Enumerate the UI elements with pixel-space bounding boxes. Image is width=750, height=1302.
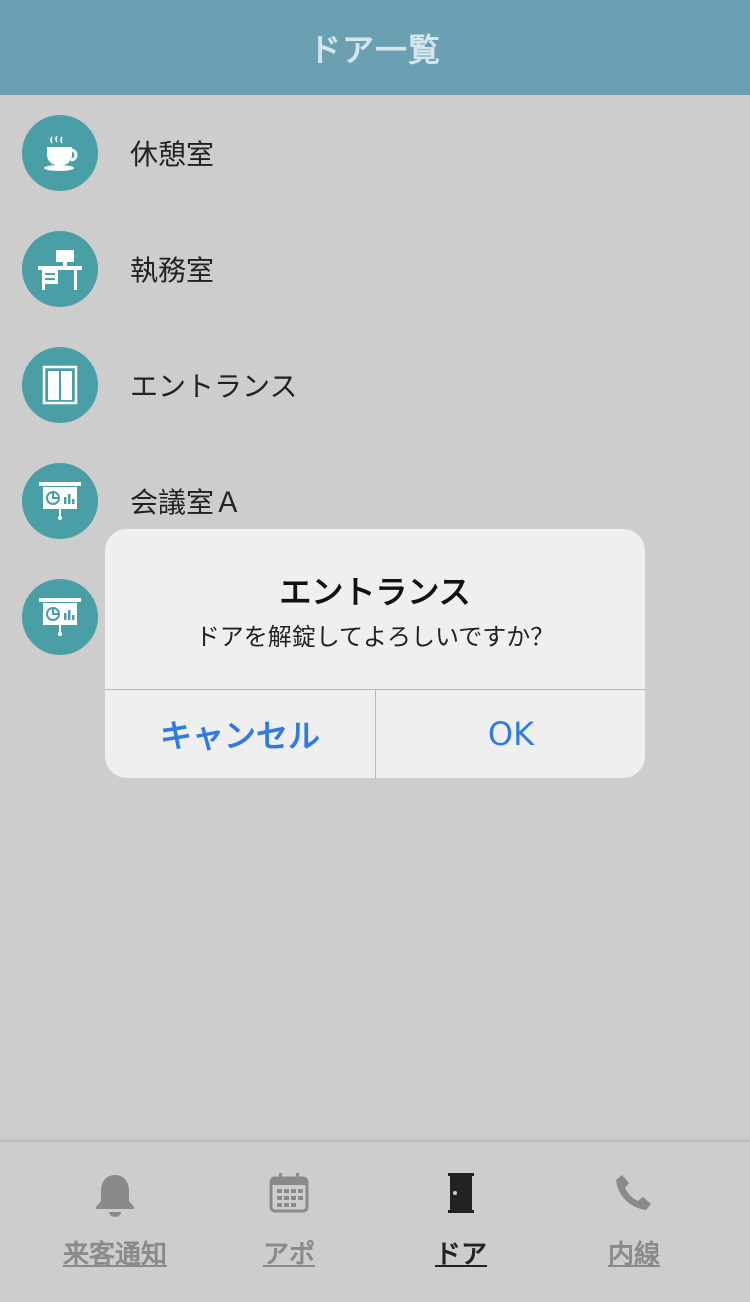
list-item-label: 会議室Ａ	[130, 486, 243, 519]
tab-label: 内線	[607, 1240, 660, 1270]
door-icon	[22, 347, 98, 423]
tab-label: ドア	[434, 1240, 487, 1270]
tab-extension[interactable]: 内線	[559, 1142, 709, 1302]
office-desk-icon	[22, 231, 98, 307]
top-bar: ドア一覧	[0, 0, 750, 95]
presentation-board-icon	[22, 579, 98, 655]
presentation-board-icon	[22, 463, 98, 539]
list-item-office[interactable]: 執務室	[0, 211, 750, 327]
coffee-cup-icon	[22, 115, 98, 191]
list-item-label: 休憩室	[130, 138, 215, 171]
unlock-confirm-dialog: エントランス ドアを解錠してよろしいですか？ キャンセル OK	[105, 529, 645, 778]
ok-button[interactable]: OK	[376, 690, 645, 778]
calendar-icon	[268, 1172, 310, 1218]
tab-doors[interactable]: ドア	[386, 1142, 536, 1302]
page-title: ドア一覧	[308, 30, 441, 69]
tab-label: アポ	[262, 1240, 315, 1270]
list-item-entrance[interactable]: エントランス	[0, 327, 750, 443]
cancel-button[interactable]: キャンセル	[105, 690, 375, 778]
list-item-rest-room[interactable]: 休憩室	[0, 95, 750, 211]
tab-label: 来客通知	[62, 1240, 167, 1270]
dialog-message: ドアを解錠してよろしいですか？	[195, 623, 555, 651]
tab-visitor-notification[interactable]: 来客通知	[40, 1142, 190, 1302]
door-icon	[446, 1172, 476, 1218]
list-item-label: エントランス	[130, 370, 298, 403]
tab-bar: 来客通知 アポ ドア 内線	[0, 1140, 750, 1302]
list-item-label: 執務室	[130, 254, 215, 287]
tab-appointments[interactable]: アポ	[214, 1142, 364, 1302]
phone-icon	[613, 1172, 655, 1218]
bell-icon	[94, 1172, 136, 1222]
dialog-title: エントランス	[279, 573, 471, 611]
